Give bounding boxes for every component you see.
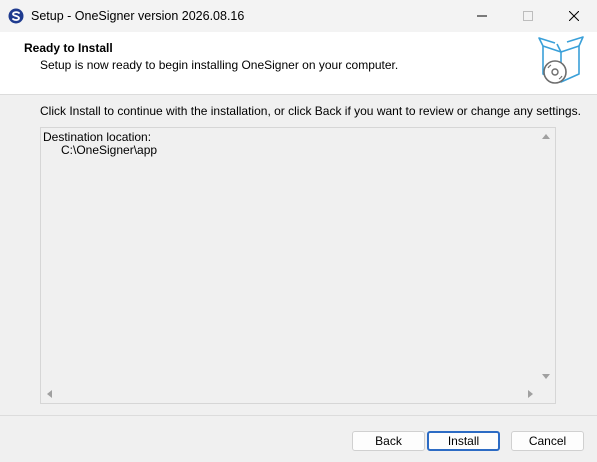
install-instructions: Click Install to continue with the insta… <box>40 104 581 118</box>
onesigner-app-icon <box>8 8 24 24</box>
window-title: Setup - OneSigner version 2026.08.16 <box>31 9 245 23</box>
memo-content: Destination location: C:\OneSigner\app <box>43 131 157 157</box>
ready-memo[interactable]: Destination location: C:\OneSigner\app <box>40 127 556 404</box>
minimize-button[interactable] <box>459 0 505 32</box>
scrollbar-corner <box>538 386 555 403</box>
back-button[interactable]: Back <box>352 431 425 451</box>
scroll-left-icon[interactable] <box>47 390 52 398</box>
maximize-button <box>505 0 551 32</box>
maximize-icon <box>523 11 533 21</box>
header-divider <box>0 94 597 95</box>
wizard-header: Ready to Install Setup is now ready to b… <box>0 32 597 94</box>
box-with-disc-icon <box>538 36 584 84</box>
footer-divider <box>0 415 597 416</box>
close-button[interactable] <box>551 0 597 32</box>
install-button[interactable]: Install <box>427 431 500 451</box>
page-title: Ready to Install <box>24 41 113 55</box>
minimize-icon <box>477 15 487 17</box>
setup-window: Setup - OneSigner version 2026.08.16 Rea… <box>0 0 597 462</box>
scroll-right-icon[interactable] <box>528 390 533 398</box>
page-subtitle: Setup is now ready to begin installing O… <box>40 58 399 72</box>
destination-path: C:\OneSigner\app <box>61 143 158 157</box>
scroll-down-icon[interactable] <box>542 374 550 379</box>
horizontal-scrollbar[interactable] <box>41 386 539 403</box>
vertical-scrollbar[interactable] <box>538 128 555 386</box>
close-icon <box>569 11 579 21</box>
title-bar[interactable]: Setup - OneSigner version 2026.08.16 <box>0 0 597 32</box>
scroll-up-icon[interactable] <box>542 134 550 139</box>
cancel-button[interactable]: Cancel <box>511 431 584 451</box>
